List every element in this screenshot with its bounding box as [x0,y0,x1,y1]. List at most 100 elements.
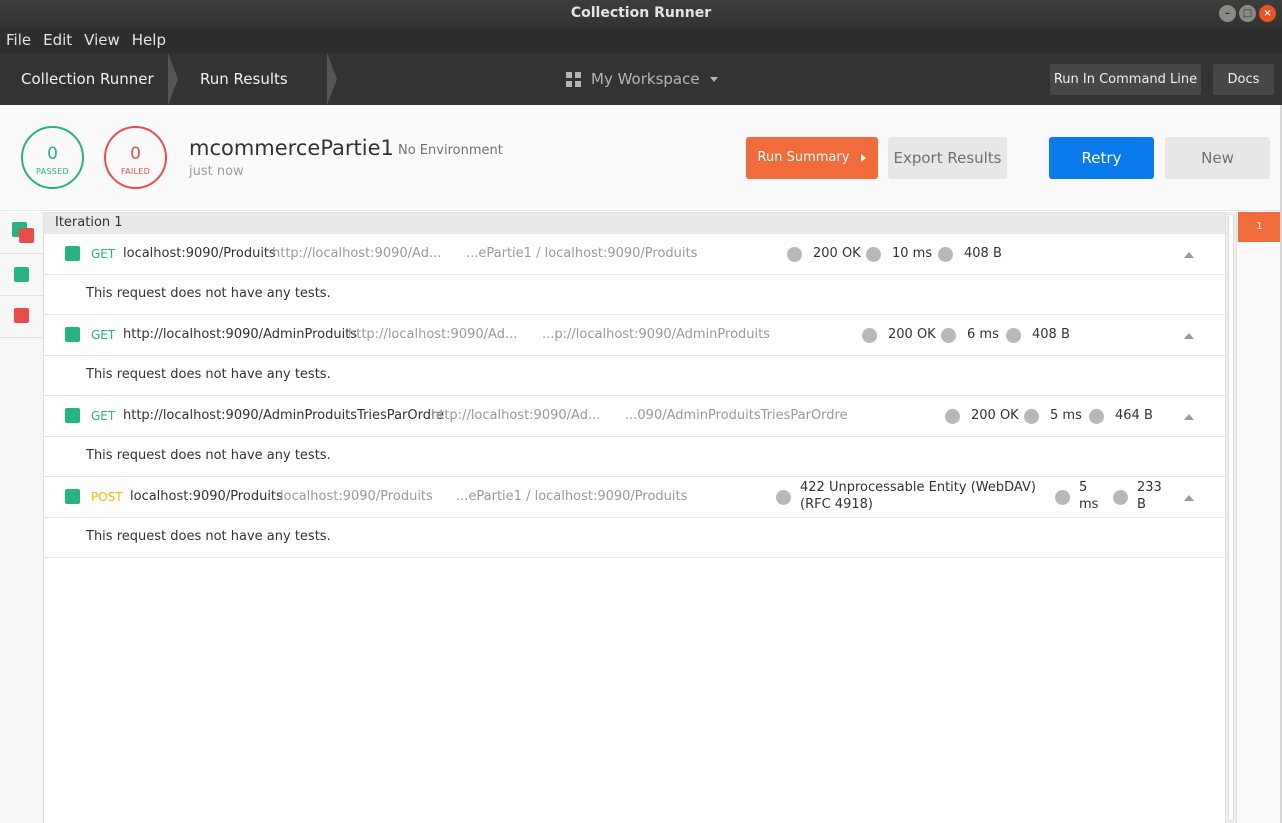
passed-count: 0 [47,144,58,164]
request-path: ...090/AdminProduitsTriesParOrdre [625,408,848,423]
request-name[interactable]: localhost:9090/Produits [130,489,283,504]
request-url: localhost:9090/Produits [280,489,433,504]
status-dot-icon [787,247,802,262]
filter-failed[interactable] [0,296,43,338]
response-time: 10 ms [892,246,933,261]
new-button[interactable]: New [1165,137,1270,179]
export-results-button[interactable]: Export Results [888,137,1007,179]
size-dot-icon [1089,409,1104,424]
collapse-chevron-icon[interactable] [1184,252,1194,258]
breadcrumb-collection-runner[interactable]: Collection Runner [21,53,154,105]
request-name[interactable]: http://localhost:9090/AdminProduitsTries… [123,408,444,423]
response-size: 408 B [1032,327,1070,342]
iteration-header: Iteration 1 [44,212,1225,234]
response-status: 422 Unprocessable Entity (WebDAV) (RFC 4… [800,480,1036,512]
response-status: 200 OK [971,408,1019,423]
menu-view[interactable]: View [78,31,126,49]
menu-file[interactable]: File [0,31,37,49]
request-name[interactable]: http://localhost:9090/AdminProduits [123,327,357,342]
request-row[interactable]: GET localhost:9090/Produits http://local… [44,234,1225,275]
passed-label: PASSED [36,167,69,176]
collapse-chevron-icon[interactable] [1184,333,1194,339]
request-row[interactable]: POST localhost:9090/Produits localhost:9… [44,477,1225,518]
response-size: 233 B [1137,480,1162,512]
request-method: GET [91,328,116,342]
collapse-chevron-icon[interactable] [1184,414,1194,420]
results-scrollbar[interactable] [1225,212,1236,823]
time-dot-icon [941,328,956,343]
breadcrumb-run-results[interactable]: Run Results [200,53,288,105]
request-path: ...ePartie1 / localhost:9090/Produits [456,489,688,504]
breadcrumb-separator [168,53,178,105]
request-url: http://localhost:9090/Ad... [272,246,442,261]
workspace-grid-icon [566,71,581,87]
request-path: ...ePartie1 / localhost:9090/Produits [466,246,698,261]
menu-help[interactable]: Help [126,31,172,49]
collapse-chevron-icon[interactable] [1184,495,1194,501]
iteration-badge[interactable]: 1 [1238,212,1281,242]
run-summary-button[interactable]: Run Summary [746,137,878,179]
request-path: ...p://localhost:9090/AdminProduits [542,327,771,342]
request-row[interactable]: GET http://localhost:9090/AdminProduitsT… [44,396,1225,437]
request-method: GET [91,247,116,261]
response-status: 200 OK [888,327,936,342]
response-time: 6 ms [967,327,999,342]
response-status: 200 OK [813,246,861,261]
request-status-square [65,408,80,423]
minimize-button[interactable]: – [1219,5,1236,22]
request-status-square [65,327,80,342]
failed-square-icon [19,228,34,243]
request-name[interactable]: localhost:9090/Produits [123,246,276,261]
request-status-square [65,489,80,504]
scrollbar-thumb[interactable] [1228,214,1234,821]
window-controls: – □ × [1219,5,1276,22]
filter-all[interactable] [0,212,43,254]
time-dot-icon [1055,490,1070,505]
status-dot-icon [945,409,960,424]
docs-button[interactable]: Docs [1213,64,1274,95]
response-size: 464 B [1115,408,1153,423]
request-tests-message: This request does not have any tests. [44,275,1225,315]
passed-square-icon [14,267,29,282]
window-titlebar: Collection Runner – □ × [0,0,1282,27]
environment-label: No Environment [398,143,503,158]
request-row[interactable]: GET http://localhost:9090/AdminProduits … [44,315,1225,356]
result-filter-rail [0,212,44,823]
close-button[interactable]: × [1259,5,1276,22]
filter-passed[interactable] [0,254,43,296]
passed-counter: 0 PASSED [21,126,84,189]
response-time: 5 ms [1050,408,1082,423]
status-dot-icon [776,490,791,505]
chevron-down-icon [709,76,718,82]
request-method: POST [91,490,123,504]
caret-right-icon [861,153,867,162]
maximize-button[interactable]: □ [1239,5,1256,22]
response-time: 5 ms [1079,480,1099,512]
menu-bar: File Edit View Help [0,27,1282,53]
response-size: 408 B [964,246,1002,261]
run-timestamp: just now [189,164,244,179]
breadcrumb-separator [327,53,337,105]
app-header: Collection Runner Run Results My Workspa… [0,53,1282,105]
request-tests-message: This request does not have any tests. [44,356,1225,396]
failed-count: 0 [130,144,141,164]
request-url: http://localhost:9090/Ad... [348,327,518,342]
failed-label: FAILED [120,167,151,176]
request-tests-message: This request does not have any tests. [44,518,1225,558]
window-title: Collection Runner [570,5,712,21]
request-method: GET [91,409,116,423]
menu-edit[interactable]: Edit [37,31,78,49]
workspace-switcher[interactable]: My Workspace [566,53,718,105]
run-summary-label: Run Summary [757,150,850,165]
collection-name: mcommercePartie1 [189,136,394,160]
size-dot-icon [1006,328,1021,343]
size-dot-icon [1113,490,1128,505]
failed-counter: 0 FAILED [104,126,167,189]
run-in-command-line-button[interactable]: Run In Command Line [1050,64,1201,95]
iteration-rail: 1 [1236,212,1281,823]
time-dot-icon [1024,409,1039,424]
retry-button[interactable]: Retry [1049,137,1154,179]
request-url: http://localhost:9090/Ad... [431,408,601,423]
request-tests-message: This request does not have any tests. [44,437,1225,477]
status-dot-icon [862,328,877,343]
